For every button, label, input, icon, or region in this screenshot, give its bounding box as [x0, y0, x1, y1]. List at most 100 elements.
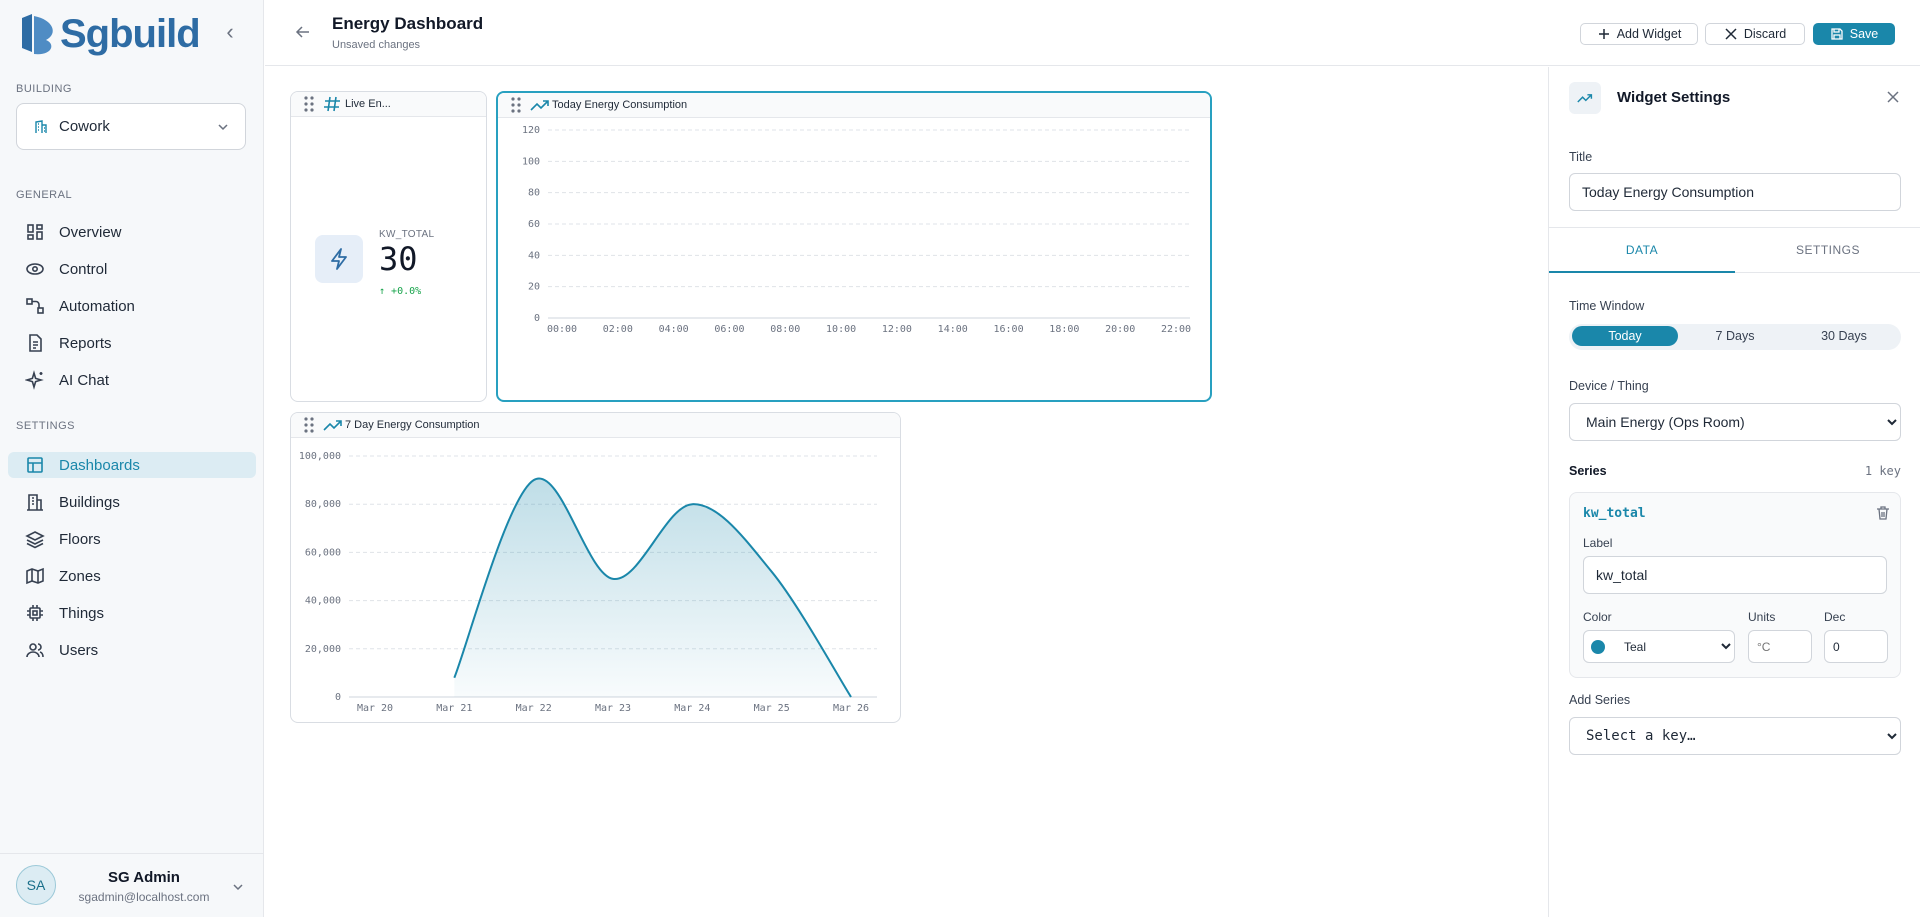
week-energy-widget[interactable]: 7 Day Energy Consumption 0 20,000 40,000 60… [290, 412, 901, 723]
layers-icon [25, 531, 45, 549]
series-card: kw_total Label Color Units Dec Teal [1569, 492, 1901, 678]
sidebar-item-label: Reports [59, 334, 112, 352]
time-window-7-days[interactable]: 7 Days [1682, 326, 1788, 346]
add-series-select[interactable]: Select a key… [1569, 717, 1901, 755]
sidebar-item-automation[interactable]: Automation [8, 293, 256, 319]
user-name: SG Admin [108, 869, 180, 886]
kpi-value: 30 [379, 240, 418, 278]
week-energy-chart: 0 20,000 40,000 60,000 80,000 100,000 Mar 20 Ma… [299, 451, 877, 714]
time-window-segmented-control: Today 7 Days 30 Days [1569, 324, 1901, 350]
flow-icon [26, 298, 44, 314]
kpi-key-label: KW_TOTAL [379, 229, 435, 240]
sidebar-item-overview[interactable]: Overview [8, 219, 256, 245]
drag-handle-icon[interactable] [303, 416, 315, 434]
units-input[interactable] [1748, 630, 1812, 663]
sidebar-item-label: Overview [59, 223, 122, 241]
layout-icon [27, 457, 43, 473]
add-series-label: Add Series [1569, 693, 1631, 707]
y-tick-label: 60,000 [305, 547, 341, 558]
tab-settings[interactable]: SETTINGS [1735, 228, 1920, 273]
sidebar-item-label: Things [59, 604, 105, 622]
building-select[interactable]: Cowork [16, 103, 246, 150]
page-header: Energy Dashboard Unsaved changes Add Wid… [265, 0, 1920, 66]
sidebar-item-label: Buildings [59, 493, 120, 511]
sidebar-item-label: Control [59, 260, 108, 278]
save-button[interactable]: Save [1813, 23, 1895, 45]
device-field-label: Device / Thing [1569, 379, 1649, 393]
y-tick-label: 100,000 [299, 451, 341, 462]
time-window-30-days[interactable]: 30 Days [1791, 326, 1897, 346]
settings-section-label: SETTINGS [16, 420, 76, 432]
collapse-sidebar-button[interactable]: ‹ [218, 20, 242, 44]
time-window-today[interactable]: Today [1572, 326, 1678, 346]
today-energy-chart: 0 20 40 60 80 100 120 00:00 02:00 04:00 06:00 08:00… [522, 125, 1191, 335]
sidebar-item-reports[interactable]: Reports [8, 330, 256, 356]
series-label: Series [1569, 464, 1607, 478]
widget-title: Live En... [345, 98, 391, 110]
color-select[interactable]: Teal [1612, 631, 1734, 662]
lightning-icon [331, 248, 347, 270]
save-icon [1831, 28, 1843, 40]
title-field-label: Title [1569, 150, 1593, 164]
x-tick-label: 00:00 [547, 324, 577, 335]
sidebar-item-control[interactable]: Control [8, 256, 256, 282]
kpi-widget[interactable]: Live En... KW_TOTAL 30 ↑ +0.0% [290, 91, 487, 402]
sidebar-item-ai-chat[interactable]: AI Chat [8, 367, 256, 393]
dec-field-label: Dec [1824, 610, 1846, 624]
x-tick-label: 06:00 [714, 324, 744, 335]
x-tick-label: Mar 24 [674, 703, 710, 714]
building-icon [27, 494, 43, 511]
y-tick-label: 40 [528, 250, 540, 261]
tab-data[interactable]: DATA [1549, 228, 1735, 273]
today-energy-widget[interactable]: Today Energy Consumption 0 20 40 60 80 100 120… [496, 91, 1212, 402]
units-field-label: Units [1748, 610, 1776, 624]
building-section-label: BUILDING [16, 83, 72, 95]
grid-icon [27, 224, 43, 240]
sidebar-item-zones[interactable]: Zones [8, 563, 256, 589]
user-menu[interactable]: SA SG Admin sgadmin@localhost.com [0, 853, 264, 917]
trending-up-icon [530, 100, 549, 111]
panel-header: Widget Settings [1549, 67, 1920, 129]
add-widget-button[interactable]: Add Widget [1580, 23, 1698, 45]
trash-icon[interactable] [1875, 505, 1891, 521]
title-input[interactable] [1569, 173, 1901, 211]
y-tick-label: 80 [528, 188, 540, 199]
drag-handle-icon[interactable] [303, 95, 315, 113]
series-label-input[interactable] [1583, 556, 1887, 594]
x-tick-label: Mar 21 [436, 703, 472, 714]
y-tick-label: 20,000 [305, 644, 341, 655]
y-tick-label: 60 [528, 219, 540, 230]
sidebar-item-dashboards[interactable]: Dashboards [8, 452, 256, 478]
sidebar-item-label: Automation [59, 297, 135, 315]
sidebar-item-users[interactable]: Users [8, 637, 256, 663]
x-tick-label: Mar 25 [754, 703, 790, 714]
trending-up-icon [1577, 94, 1593, 103]
discard-button[interactable]: Discard [1705, 23, 1805, 45]
sidebar-item-label: Zones [59, 567, 101, 585]
trending-up-icon [323, 420, 342, 431]
drag-handle-icon[interactable] [510, 96, 522, 114]
series-label-field-label: Label [1583, 536, 1613, 550]
sidebar-item-buildings[interactable]: Buildings [8, 489, 256, 515]
decimals-input[interactable] [1824, 630, 1888, 663]
sidebar-item-floors[interactable]: Floors [8, 526, 256, 552]
close-icon[interactable] [1885, 89, 1901, 105]
sidebar-item-label: Users [59, 641, 99, 659]
x-tick-label: 16:00 [993, 324, 1023, 335]
sidebar-item-things[interactable]: Things [8, 600, 256, 626]
panel-icon-box [1569, 82, 1601, 114]
avatar: SA [16, 865, 56, 905]
sidebar-item-label: Dashboards [59, 456, 140, 474]
add-widget-label: Add Widget [1616, 27, 1682, 41]
color-select-wrapper: Teal [1583, 630, 1735, 663]
discard-label: Discard [1743, 27, 1787, 41]
plus-icon [1598, 29, 1609, 39]
back-arrow-icon[interactable] [295, 24, 311, 40]
x-tick-label: 04:00 [659, 324, 689, 335]
document-icon [29, 334, 42, 352]
x-tick-label: 22:00 [1161, 324, 1191, 335]
user-email: sgadmin@localhost.com [78, 890, 210, 904]
device-select[interactable]: Main Energy (Ops Room) [1569, 403, 1901, 441]
y-tick-label: 100 [522, 156, 540, 167]
x-tick-label: 18:00 [1049, 324, 1079, 335]
